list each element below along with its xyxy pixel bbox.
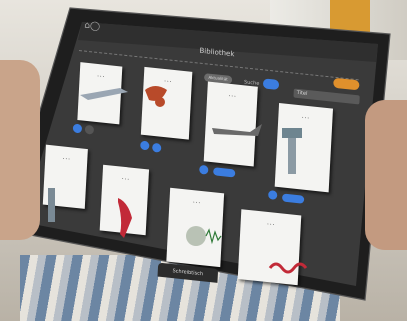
book-action-button[interactable]	[140, 140, 150, 151]
library-screen: ⌂◯ Bibliothek Aktualität Suche Titel • •…	[42, 21, 390, 299]
book-action-button[interactable]	[152, 142, 162, 153]
book-title-mark: • • •	[97, 73, 105, 79]
book-cover-lightbulb[interactable]: • • •	[166, 187, 225, 268]
book-action-button[interactable]	[268, 190, 278, 200]
screen-title: Bibliothek	[199, 46, 235, 59]
book-cover-landing-gear[interactable]: • • •	[140, 66, 193, 140]
book-title-mark: • • •	[164, 78, 172, 84]
book-action-button[interactable]	[199, 164, 209, 175]
book-title-mark: • • •	[301, 115, 310, 121]
book-cover-windsock[interactable]: • • •	[99, 164, 150, 236]
book-cover-aircraft[interactable]: • • •	[77, 62, 123, 125]
download-icon[interactable]	[84, 124, 95, 135]
book-title-mark: • • •	[192, 200, 201, 205]
book-cover-control-tower[interactable]: • • •	[274, 103, 334, 193]
orange-button[interactable]	[333, 77, 360, 91]
left-hand	[0, 60, 40, 240]
book-title-mark: • • •	[266, 221, 275, 227]
open-book-button[interactable]	[281, 193, 305, 204]
book-action-button[interactable]	[72, 123, 83, 134]
book-cover-jet[interactable]: • • •	[203, 81, 258, 167]
book-title-mark: • • •	[62, 156, 70, 162]
book-cover-spring[interactable]: • • •	[237, 209, 302, 286]
book-cover-tower[interactable]: • • •	[42, 144, 88, 209]
search-toggle[interactable]	[262, 78, 280, 90]
open-book-button[interactable]	[213, 167, 236, 178]
book-title-mark: • • •	[228, 93, 236, 99]
book-title-mark: • • •	[121, 176, 130, 182]
nav-icons[interactable]: ⌂◯	[84, 21, 100, 33]
search-input[interactable]: Titel	[293, 88, 360, 105]
